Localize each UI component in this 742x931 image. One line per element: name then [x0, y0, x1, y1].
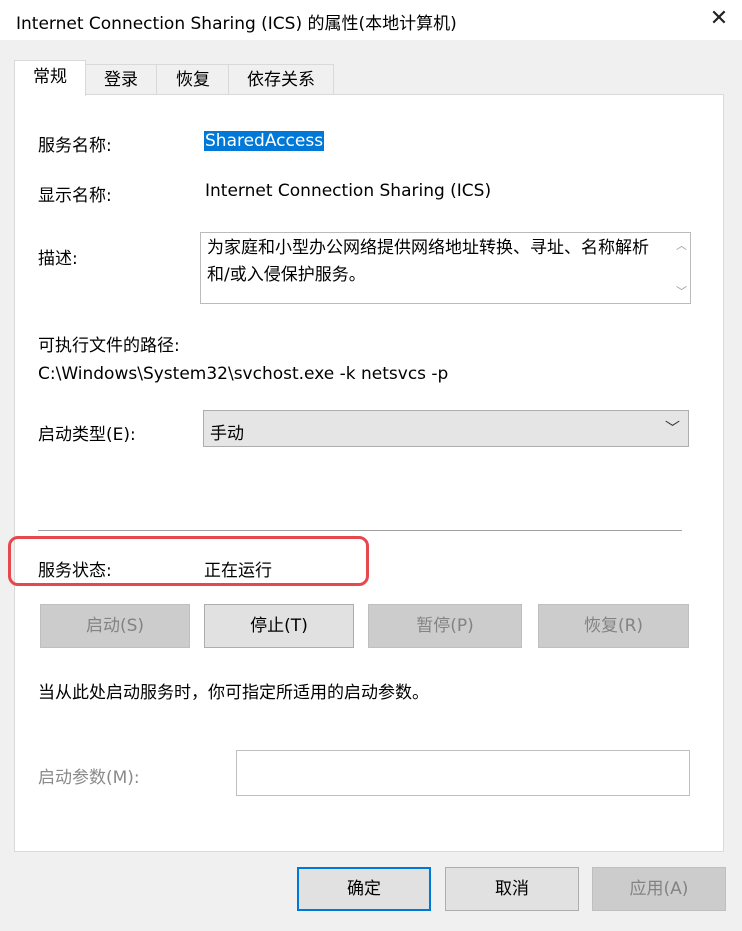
startup-type-value: 手动: [210, 424, 244, 444]
tab-general[interactable]: 常规: [14, 60, 86, 96]
startup-type-select[interactable]: 手动 ﹀: [203, 410, 689, 447]
description-scrollbar[interactable]: ︿ ﹀: [672, 233, 690, 303]
resume-button[interactable]: 恢复(R): [538, 604, 689, 648]
description-label: 描述:: [38, 249, 78, 269]
service-name-selected-text[interactable]: SharedAccess: [204, 131, 325, 151]
service-name-label: 服务名称:: [38, 136, 112, 156]
tab-logon[interactable]: 登录: [84, 64, 158, 95]
window-title: Internet Connection Sharing (ICS) 的属性(本地…: [16, 14, 457, 34]
apply-button[interactable]: 应用(A): [592, 867, 726, 911]
description-text: 为家庭和小型办公网络提供网络地址转换、寻址、名称解析和/或入侵保护服务。: [207, 238, 649, 285]
section-divider: [38, 530, 682, 531]
tab-dependencies[interactable]: 依存关系: [228, 64, 334, 95]
display-name-label: 显示名称:: [38, 186, 112, 206]
description-box[interactable]: 为家庭和小型办公网络提供网络地址转换、寻址、名称解析和/或入侵保护服务。 ︿ ﹀: [200, 232, 691, 304]
startup-type-label: 启动类型(E):: [38, 425, 136, 445]
path-value: C:\Windows\System32\svchost.exe -k netsv…: [38, 364, 449, 384]
close-icon[interactable]: ✕: [696, 0, 742, 40]
scroll-up-icon[interactable]: ︿: [676, 237, 687, 253]
cancel-button[interactable]: 取消: [445, 867, 579, 911]
title-bar: Internet Connection Sharing (ICS) 的属性(本地…: [0, 0, 742, 40]
display-name-value: Internet Connection Sharing (ICS): [205, 181, 492, 201]
startup-params-label: 启动参数(M):: [38, 768, 140, 788]
stop-button[interactable]: 停止(T): [204, 604, 354, 648]
service-name-value[interactable]: SharedAccess: [204, 131, 325, 151]
tab-content-panel: [14, 94, 724, 852]
startup-params-input[interactable]: [236, 750, 690, 796]
scroll-down-icon[interactable]: ﹀: [676, 283, 687, 299]
ok-button[interactable]: 确定: [297, 867, 431, 911]
startup-params-hint: 当从此处启动服务时，你可指定所适用的启动参数。: [38, 683, 429, 703]
service-status-label: 服务状态:: [38, 561, 112, 581]
chevron-down-icon: ﹀: [664, 419, 680, 437]
service-status-value: 正在运行: [204, 561, 272, 581]
pause-button[interactable]: 暂停(P): [368, 604, 522, 648]
tab-recovery[interactable]: 恢复: [156, 64, 230, 95]
path-label: 可执行文件的路径:: [38, 336, 180, 356]
start-button[interactable]: 启动(S): [40, 604, 190, 648]
